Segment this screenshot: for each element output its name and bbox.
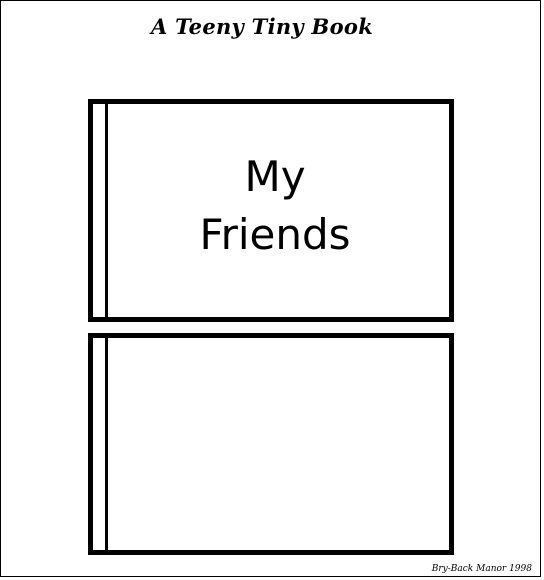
cover-title-line-2: Friends [199,210,351,259]
page-title: A Teeny Tiny Book [150,14,374,39]
book-cover-panel: My Friends [88,99,454,322]
credit-text: Bry-Back Manor 1998 [431,564,532,574]
book-back-panel [88,333,454,555]
cover-title-line-1: My [244,152,306,201]
book-spine-line [105,338,108,550]
cover-title: My Friends [93,148,449,264]
